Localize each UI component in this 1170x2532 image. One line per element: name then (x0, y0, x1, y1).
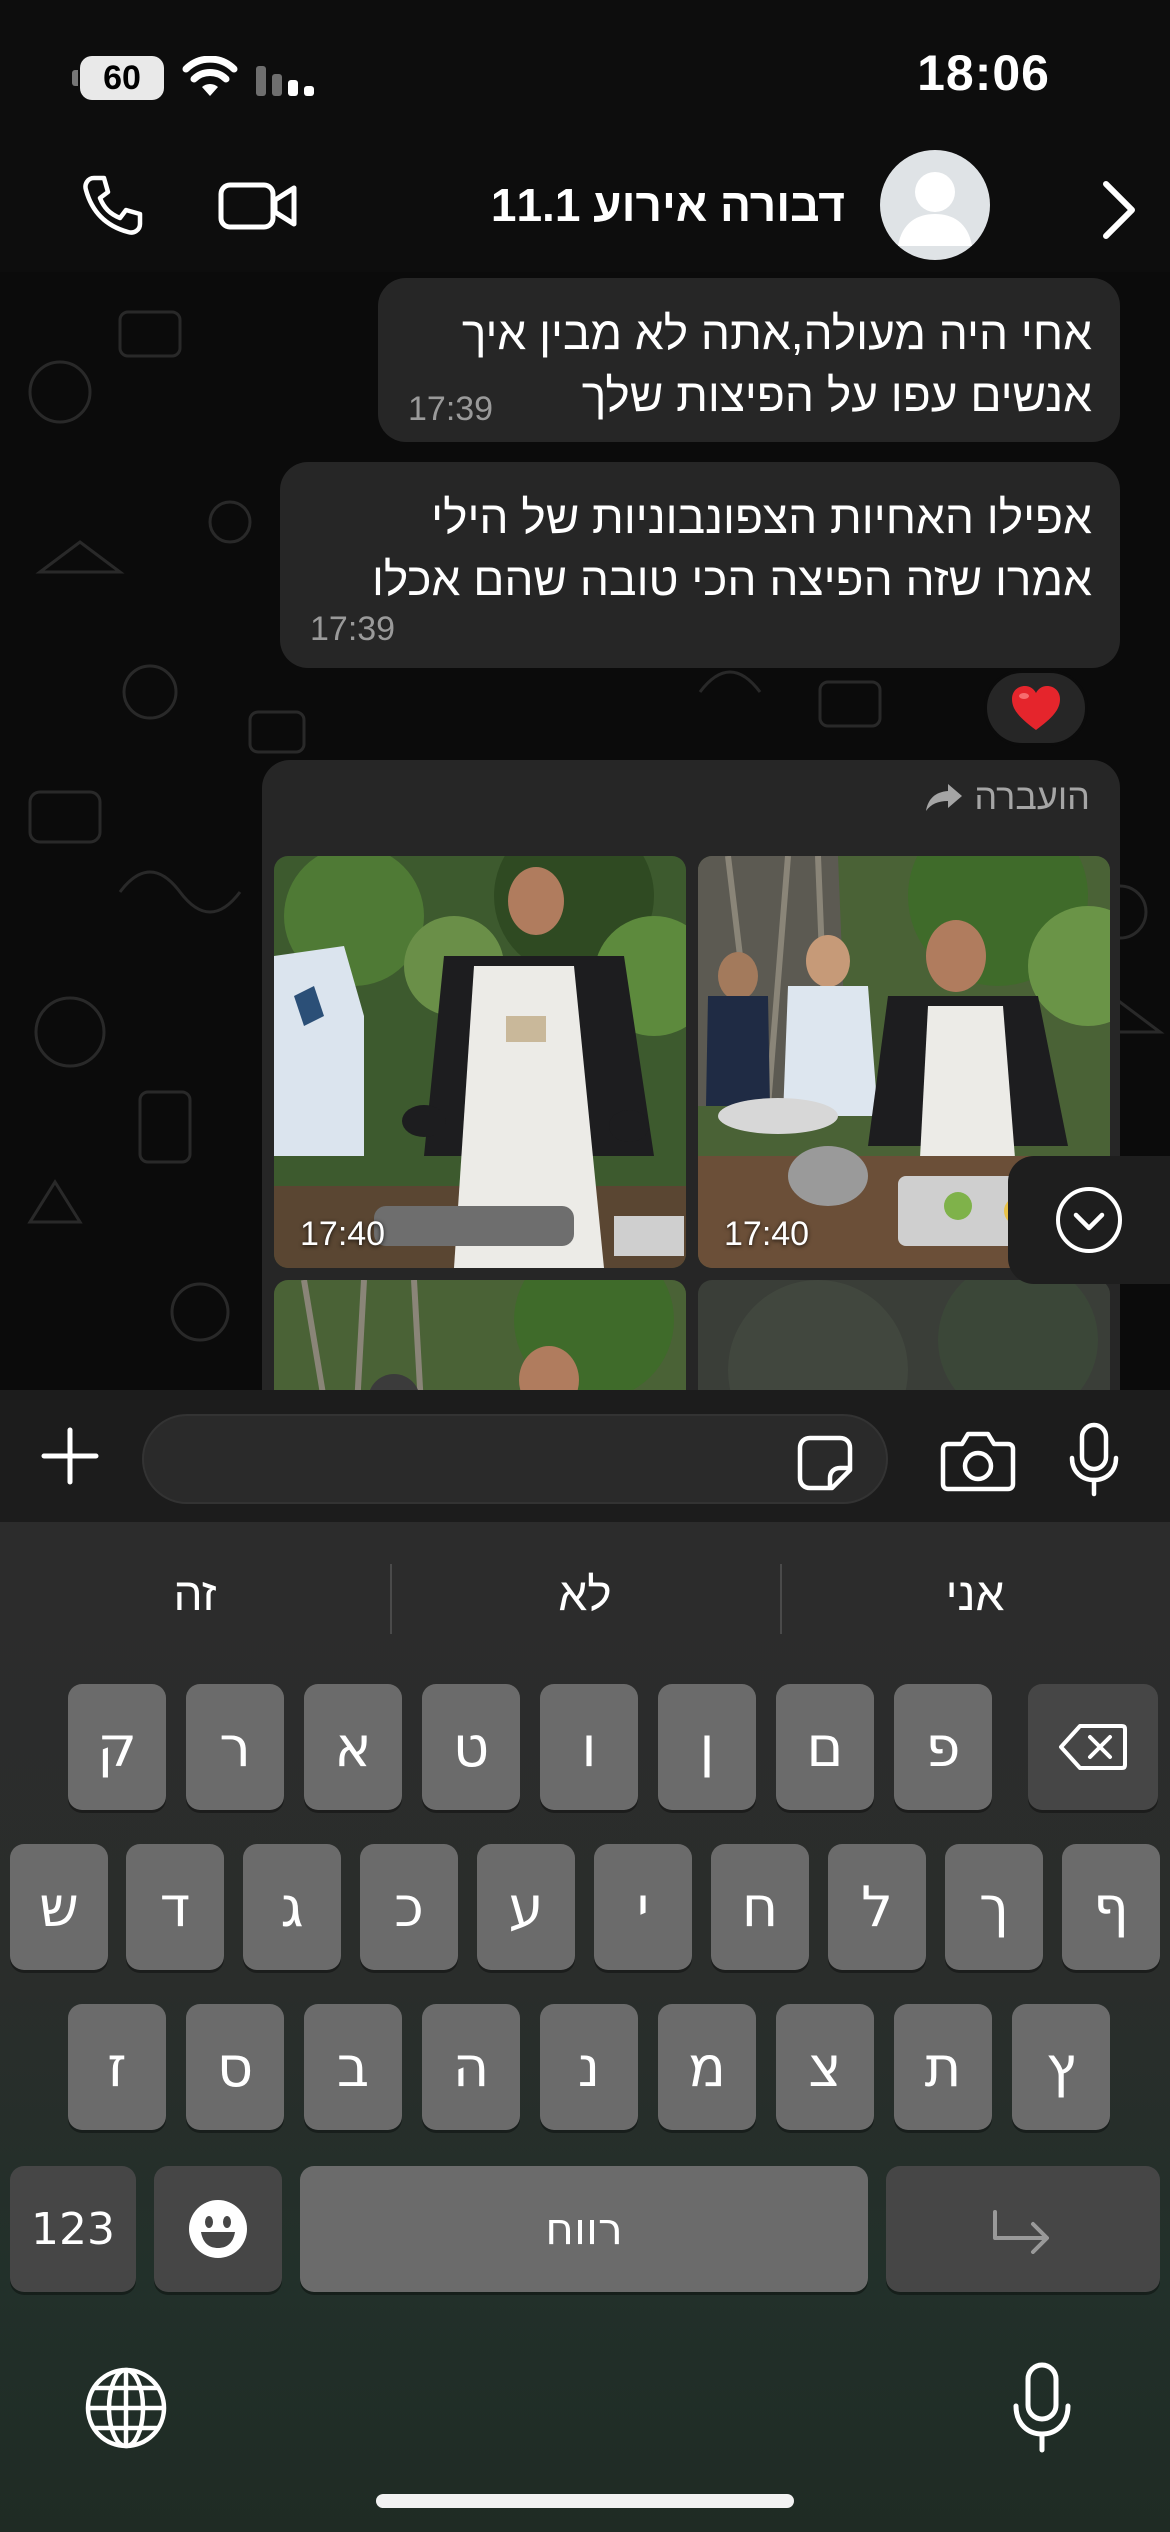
default-avatar-icon (898, 172, 972, 246)
message-bubble[interactable]: אפילו האחיות הצפונבוניות של הילי אמרו שז… (280, 462, 1120, 668)
keyboard: אני לא זה ק ר א ט ו ן ם פ ש ד ג כ ע י ח … (0, 1522, 1170, 2532)
plus-icon[interactable] (40, 1426, 100, 1486)
suggestion-item[interactable]: אני (780, 1542, 1170, 1646)
photo-thumbnail[interactable] (274, 1280, 686, 1390)
key[interactable]: ך (945, 1844, 1043, 1970)
status-bar: 60 18:06 (0, 0, 1170, 150)
dictation-microphone-icon[interactable] (1012, 2362, 1072, 2454)
key[interactable]: כ (360, 1844, 458, 1970)
key[interactable]: ו (540, 1684, 638, 1810)
key[interactable]: ג (243, 1844, 341, 1970)
chevron-right-icon[interactable] (1100, 178, 1140, 242)
photo-content (698, 1280, 1110, 1390)
message-time: 17:39 (408, 390, 494, 428)
key[interactable]: מ (658, 2004, 756, 2130)
contact-avatar[interactable] (880, 150, 990, 260)
forwarded-album-bubble[interactable]: הועברה 17:40 17:40 (262, 760, 1120, 1390)
predictive-suggestions: אני לא זה (0, 1542, 1170, 1646)
sticker-icon[interactable] (796, 1434, 854, 1492)
key[interactable]: נ (540, 2004, 638, 2130)
battery-indicator: 60 (72, 56, 164, 100)
key[interactable]: ר (186, 1684, 284, 1810)
key[interactable]: ז (68, 2004, 166, 2130)
status-time: 18:06 (917, 45, 1050, 101)
return-key[interactable] (886, 2166, 1160, 2292)
contact-name[interactable]: דבורה אירוע 11.1 (491, 178, 845, 232)
key[interactable]: ק (68, 1684, 166, 1810)
message-composer (0, 1390, 1170, 1522)
photo-thumbnail[interactable] (698, 1280, 1110, 1390)
chevron-down-icon (1056, 1187, 1122, 1253)
key[interactable]: ד (126, 1844, 224, 1970)
key[interactable]: ס (186, 2004, 284, 2130)
forward-arrow-icon (926, 784, 963, 811)
key[interactable]: ן (658, 1684, 756, 1810)
video-call-icon[interactable] (218, 180, 298, 232)
suggestion-divider (390, 1564, 392, 1634)
wifi-icon (182, 56, 238, 96)
photo-thumbnail[interactable]: 17:40 (274, 856, 686, 1268)
chat-area[interactable]: אחי היה מעולה,אתה לא מבין איך אנשים עפו … (0, 272, 1170, 1390)
key[interactable]: ם (776, 1684, 874, 1810)
globe-icon[interactable] (84, 2366, 168, 2450)
photo-time: 17:40 (724, 1215, 810, 1253)
key[interactable]: ב (304, 2004, 402, 2130)
message-time: 17:39 (310, 610, 396, 648)
microphone-icon[interactable] (1068, 1422, 1120, 1498)
photo-content (274, 856, 686, 1268)
message-text: אפילו האחיות הצפונבוניות של הילי אמרו שז… (371, 491, 1092, 605)
photo-time: 17:40 (300, 1215, 386, 1253)
backspace-icon (1059, 1724, 1127, 1770)
key[interactable]: ח (711, 1844, 809, 1970)
phone-call-icon[interactable] (80, 172, 146, 238)
suggestion-divider (780, 1564, 782, 1634)
key[interactable]: ת (894, 2004, 992, 2130)
heart-icon (1012, 686, 1060, 730)
emoji-key[interactable] (154, 2166, 282, 2292)
home-indicator[interactable] (376, 2494, 794, 2508)
key[interactable]: י (594, 1844, 692, 1970)
key[interactable]: ט (422, 1684, 520, 1810)
suggestion-item[interactable]: זה (0, 1542, 390, 1646)
key[interactable]: ש (10, 1844, 108, 1970)
emoji-icon (189, 2200, 247, 2258)
message-bubble[interactable]: אחי היה מעולה,אתה לא מבין איך אנשים עפו … (378, 278, 1120, 442)
forwarded-label: הועברה (924, 776, 1090, 818)
key[interactable]: ץ (1012, 2004, 1110, 2130)
message-input[interactable] (142, 1414, 888, 1504)
key[interactable]: פ (894, 1684, 992, 1810)
cellular-signal-icon (256, 66, 314, 96)
key[interactable]: א (304, 1684, 402, 1810)
chat-header: דבורה אירוע 11.1 (0, 150, 1170, 272)
photo-content (274, 1280, 686, 1390)
return-arrow-icon (993, 2210, 1049, 2254)
backspace-key[interactable] (1028, 1684, 1158, 1810)
space-key[interactable]: רווח (300, 2166, 868, 2292)
camera-icon[interactable] (940, 1430, 1016, 1492)
key[interactable]: צ (776, 2004, 874, 2130)
scroll-to-bottom-button[interactable] (1008, 1156, 1170, 1284)
key[interactable]: ע (477, 1844, 575, 1970)
numbers-key[interactable]: 123 (10, 2166, 136, 2292)
key[interactable]: ל (828, 1844, 926, 1970)
message-reaction[interactable] (984, 670, 1088, 746)
key[interactable]: ה (422, 2004, 520, 2130)
suggestion-item[interactable]: לא (390, 1542, 780, 1646)
key[interactable]: ף (1062, 1844, 1160, 1970)
